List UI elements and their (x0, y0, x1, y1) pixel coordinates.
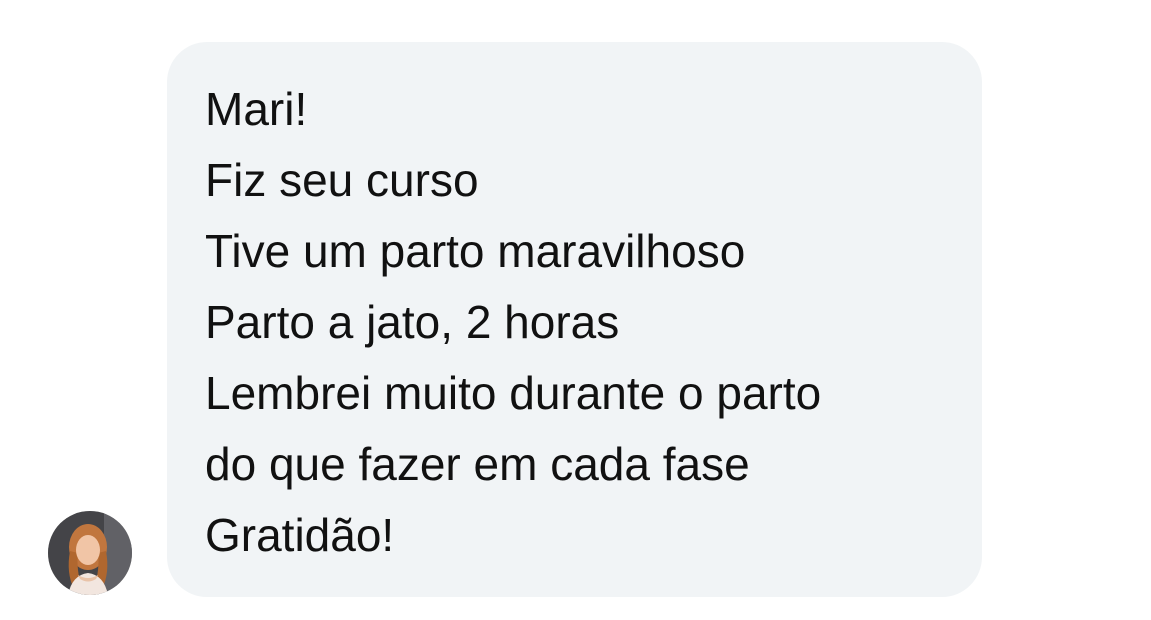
message-line: Parto a jato, 2 horas (205, 296, 620, 348)
message-line: Lembrei muito durante o parto (205, 367, 822, 419)
message-line: Gratidão! (205, 509, 395, 561)
message-bubble: Mari! Fiz seu curso Tive um parto maravi… (167, 42, 982, 597)
message-line: Tive um parto maravilhoso (205, 225, 746, 277)
message-line: Mari! (205, 83, 308, 135)
message-line: Fiz seu curso (205, 154, 479, 206)
chat-thread: Mari! Fiz seu curso Tive um parto maravi… (0, 0, 1151, 620)
avatar-photo (48, 511, 132, 595)
message-line: do que fazer em cada fase (205, 438, 750, 490)
avatar[interactable] (48, 511, 132, 595)
